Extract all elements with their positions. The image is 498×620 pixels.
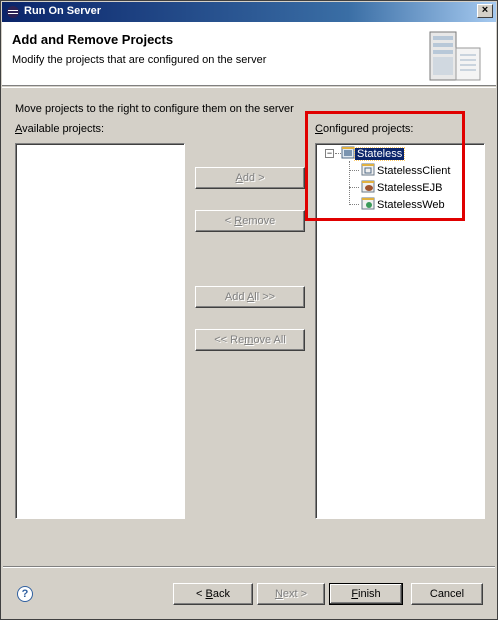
highlight-annotation — [305, 111, 465, 221]
next-button[interactable]: Next > — [257, 583, 325, 605]
eclipse-icon — [7, 6, 19, 18]
cancel-button[interactable]: Cancel — [411, 583, 483, 605]
header-banner: Add and Remove Projects Modify the proje… — [2, 22, 496, 86]
window-title: Run On Server — [24, 5, 102, 17]
help-icon[interactable]: ? — [17, 586, 33, 602]
available-projects-label: Available projects: — [15, 123, 105, 135]
close-icon: × — [481, 4, 489, 16]
page-description: Modify the projects that are configured … — [12, 54, 267, 66]
footer-separator-highlight — [3, 567, 495, 568]
banner-separator — [2, 87, 496, 88]
remove-button[interactable]: < Remove — [195, 210, 305, 232]
add-all-button[interactable]: Add All >> — [195, 286, 305, 308]
back-button[interactable]: < Back — [173, 583, 253, 605]
title-bar[interactable]: Run On Server × — [2, 2, 496, 22]
remove-all-button[interactable]: << Remove All — [195, 329, 305, 351]
server-icon — [429, 31, 481, 81]
finish-button[interactable]: Finish — [329, 583, 403, 605]
page-title: Add and Remove Projects — [12, 32, 174, 47]
run-on-server-dialog: Run On Server × Add and Remove Projects … — [0, 0, 498, 620]
available-projects-list[interactable] — [15, 143, 185, 519]
add-button[interactable]: Add > — [195, 167, 305, 189]
instructions-text: Move projects to the right to configure … — [15, 103, 294, 115]
close-button[interactable]: × — [477, 4, 493, 18]
